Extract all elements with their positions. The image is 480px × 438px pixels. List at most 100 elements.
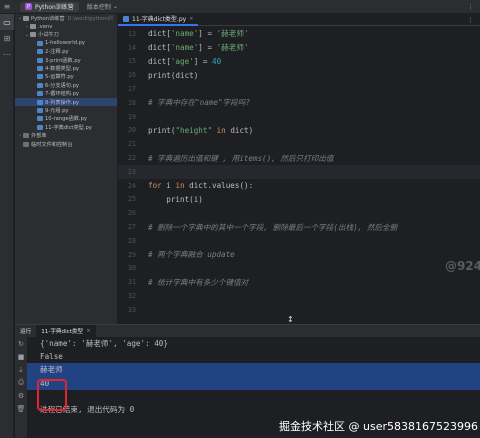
code-token: i xyxy=(161,181,176,191)
tool-window-strip: ▭ ⊞ ⋯ xyxy=(0,14,14,438)
code-line[interactable]: 29 # 两个字典融合 update xyxy=(118,248,480,262)
code-token: print(dict) xyxy=(148,70,199,80)
print-icon[interactable]: ⎙ xyxy=(15,376,27,389)
tree-item-label: 5-运算符.py xyxy=(45,74,74,81)
more-icon[interactable]: ⋮ xyxy=(467,3,474,11)
code-line[interactable]: 26 xyxy=(118,206,480,220)
line-number: 26 xyxy=(127,209,136,218)
code-line[interactable]: 31 # 统计字典中有多少个键值对 xyxy=(118,275,480,289)
tree-item[interactable]: 7-循环结构.py xyxy=(15,90,117,98)
project-switcher[interactable]: P Python训练营 xyxy=(20,1,79,12)
code-line[interactable]: 15 dict['age'] = 40 xyxy=(118,55,480,69)
tree-item[interactable]: › .venv xyxy=(15,22,117,30)
close-icon[interactable]: × xyxy=(86,328,91,334)
folder-icon[interactable]: ▭ xyxy=(0,14,14,30)
code-line[interactable]: 14 dict['name'] = '赫老师' xyxy=(118,41,480,55)
code-token: 'name' xyxy=(170,43,199,53)
line-number: 17 xyxy=(127,85,136,94)
tree-item[interactable]: ⌄ 小试牛刀 xyxy=(15,31,117,39)
vcs-menu[interactable]: 版本控制 ⌄ xyxy=(87,2,118,11)
code-line[interactable]: 22 # 字典遍历出值和键 , 用items(), 然后只打印出值 xyxy=(118,151,480,165)
tree-item-label: 8-列表操作.py xyxy=(45,99,79,106)
run-label: 运行 xyxy=(20,329,32,335)
tree-item[interactable]: ⌄ Python训练营 D:\work\python训 xyxy=(15,14,117,22)
code-token: # 字典遍历出值和键 , 用items(), 然后只打印出值 xyxy=(148,153,334,163)
code-line[interactable]: 19 xyxy=(118,110,480,124)
tree-item[interactable]: 11-字典dict类型.py xyxy=(15,123,117,131)
more-icon[interactable]: ⋮ xyxy=(467,16,474,24)
tab-label: 11-字典dict类型.py xyxy=(132,16,187,23)
run-tab[interactable]: 11-字典dict类型 × xyxy=(36,325,96,337)
hamburger-icon[interactable]: ≡ xyxy=(0,0,14,14)
footer-watermark: 掘金技术社区 @ user5838167523996 xyxy=(279,420,478,433)
tree-item-label: 2-注释.py xyxy=(45,49,69,56)
tree-item[interactable]: 10-range函数.py xyxy=(15,115,117,123)
tree-item[interactable]: 3-print函数.py xyxy=(15,56,117,64)
tree-item[interactable]: 4-数据类型.py xyxy=(15,64,117,72)
code-text: for i in dict.values(): xyxy=(140,181,253,190)
tree-item[interactable]: 9-元组.py xyxy=(15,106,117,114)
close-icon[interactable]: × xyxy=(189,16,193,22)
code-line[interactable]: 17 xyxy=(118,82,480,96)
editor[interactable]: 11-字典dict类型.py × ⋮ 13 dict['name'] = '赫老师… xyxy=(118,14,480,324)
console-line: 进程已结束, 退出代码为 0 xyxy=(40,405,135,415)
code-line[interactable]: 28 xyxy=(118,234,480,248)
code-token: dict[ xyxy=(148,29,171,39)
line-number: 23 xyxy=(127,167,136,176)
code-line[interactable]: 30 xyxy=(118,262,480,276)
more-icon[interactable]: ⋯ xyxy=(0,46,14,62)
code-line[interactable]: 20 print("height" in dict) xyxy=(118,124,480,138)
code-text: # 两个字典融合 update xyxy=(140,249,235,260)
code-line[interactable]: 21 xyxy=(118,137,480,151)
code-line[interactable]: 27 # 删除一个字典中的其中一个字段, 删除最后一个字段(出栈), 然后全删 xyxy=(118,220,480,234)
run-header: 运行 11-字典dict类型 × xyxy=(15,325,480,337)
highlight-annotation xyxy=(37,379,67,411)
tree-item[interactable]: 2-注释.py xyxy=(15,48,117,56)
console-line: 40 xyxy=(27,376,480,390)
library-icon xyxy=(23,141,29,147)
code-line[interactable]: 23 xyxy=(118,164,480,179)
line-number: 29 xyxy=(127,250,136,259)
code-token: print(i) xyxy=(148,194,203,204)
console-line: False xyxy=(40,352,63,362)
code-token: 'age' xyxy=(170,56,194,66)
title-bar: ≡ P Python训练营 版本控制 ⌄ ⋮ xyxy=(0,0,480,14)
code-line[interactable]: 13 dict['name'] = '赫老师' xyxy=(118,27,480,41)
stop-icon[interactable]: ■ xyxy=(15,350,27,363)
line-number: 24 xyxy=(127,181,136,190)
tree-item[interactable]: 5-运算符.py xyxy=(15,73,117,81)
delete-icon[interactable]: 🗑 xyxy=(15,402,27,415)
code-token: ] = xyxy=(193,56,213,66)
rerun-icon[interactable]: ↻ xyxy=(15,337,27,350)
scroll-icon[interactable]: ⇣ xyxy=(15,363,27,376)
tree-item-path: D:\work\python训 xyxy=(67,15,113,22)
code-line[interactable]: 33 xyxy=(118,303,480,317)
code-line[interactable]: 16 print(dict) xyxy=(118,68,480,82)
code-line[interactable]: 32 xyxy=(118,289,480,303)
code-token: ] = xyxy=(198,43,217,53)
tree-item[interactable]: 1-helloworld.py xyxy=(15,39,117,47)
structure-icon[interactable]: ⊞ xyxy=(0,30,14,46)
code-token: '赫老师' xyxy=(216,29,249,39)
code-line[interactable]: 25 print(i) xyxy=(118,193,480,207)
project-panel: ⌄ Python训练营 D:\work\python训 › .venv ⌄ 小试牛刀 1-he… xyxy=(15,14,118,324)
python-file-icon xyxy=(37,40,43,46)
code-token: in xyxy=(175,181,185,191)
tree-item[interactable]: › 外部库 xyxy=(15,131,117,140)
settings-icon[interactable]: ⚙ xyxy=(15,389,27,402)
tree-item[interactable]: 临时文件和控制台 xyxy=(15,140,117,148)
tree-item-label: .venv xyxy=(38,23,53,30)
tab-dict-file[interactable]: 11-字典dict类型.py × xyxy=(118,14,199,26)
tree-item-label: 9-元组.py xyxy=(45,107,69,114)
project-name: Python训练营 xyxy=(35,4,74,11)
python-file-icon xyxy=(37,49,43,55)
code-area[interactable]: 13 dict['name'] = '赫老师' 14 dict['name'] = '… xyxy=(118,27,480,317)
tree-item[interactable]: 6-分支语句.py xyxy=(15,81,117,89)
folder-icon xyxy=(30,32,36,38)
line-number: 32 xyxy=(127,292,136,301)
python-file-icon xyxy=(37,57,43,63)
tree-item[interactable]: 8-列表操作.py xyxy=(15,97,117,107)
code-token: dict[ xyxy=(148,56,171,66)
code-line[interactable]: 24 for i in dict.values(): xyxy=(118,179,480,193)
code-line[interactable]: 18 # 字典中存在"name"字段吗? xyxy=(118,96,480,110)
